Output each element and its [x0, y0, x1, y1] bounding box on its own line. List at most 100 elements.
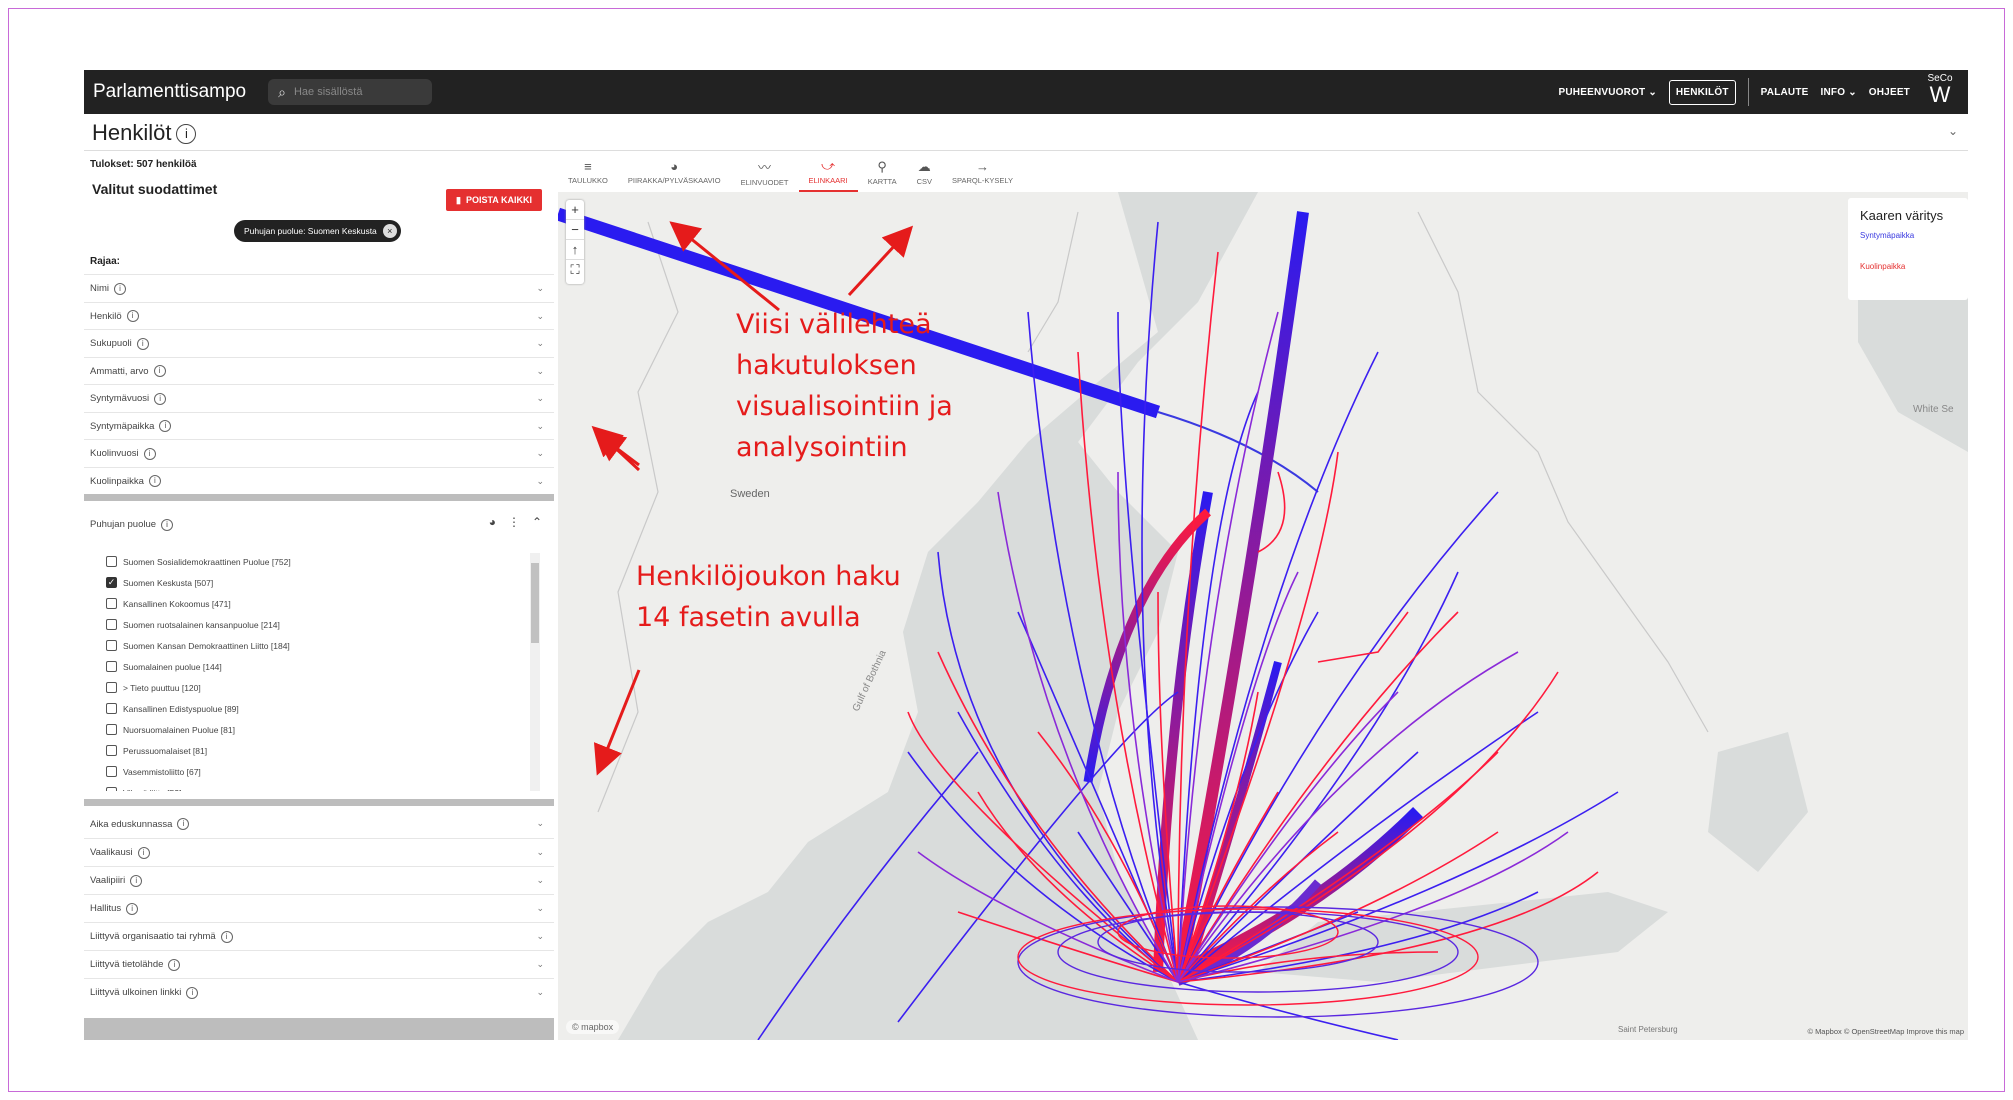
party-option[interactable]: Kansallinen Edistyspuolue [89]	[106, 698, 536, 719]
nav-speeches[interactable]: PUHEENVUOROT ⌄	[1559, 87, 1657, 98]
nav-feedback[interactable]: PALAUTE	[1761, 87, 1809, 98]
facet-row[interactable]: Syntymäpaikka i ⌄	[84, 411, 554, 440]
party-option[interactable]: ✓ Suomen Keskusta [507]	[106, 572, 536, 593]
info-icon[interactable]: i	[126, 902, 139, 915]
zoom-out-button[interactable]: −	[566, 220, 584, 240]
facet-row[interactable]: Kuolinvuosi i ⌄	[84, 439, 554, 467]
chevron-down-icon[interactable]: ⌄	[536, 987, 544, 998]
info-icon[interactable]: i	[153, 365, 166, 377]
chevron-down-icon[interactable]: ⌄	[536, 283, 544, 294]
checkbox[interactable]	[106, 661, 117, 672]
facet-row[interactable]: Henkilö i ⌄	[84, 301, 554, 330]
checkbox[interactable]	[106, 724, 117, 735]
info-icon[interactable]: i	[186, 986, 199, 999]
chevron-down-icon[interactable]: ⌄	[1948, 124, 1958, 138]
facet-row[interactable]: Kuolinpaikka i ⌄	[84, 466, 554, 495]
checkbox[interactable]	[106, 640, 117, 651]
chevron-down-icon[interactable]: ⌄	[536, 421, 544, 432]
facet-row[interactable]: Liittyvä organisaatio tai ryhmä i ⌄	[84, 922, 554, 950]
party-option[interactable]: Suomen ruotsalainen kansanpuolue [214]	[106, 614, 536, 635]
info-icon[interactable]: i	[130, 874, 143, 887]
tab-elinkaari[interactable]: ⤻ ELINKAARI	[798, 152, 858, 192]
facet-row[interactable]: Hallitus i ⌄	[84, 894, 554, 922]
tab-piirakka-pylv-skaavio[interactable]: ◕ PIIRAKKA/PYLVÄSKAAVIO	[618, 152, 731, 192]
checkbox[interactable]: ✓	[106, 577, 117, 588]
nav-persons[interactable]: HENKILÖT	[1668, 79, 1736, 105]
chevron-down-icon[interactable]: ⌄	[536, 818, 544, 829]
map-attribution[interactable]: © Mapbox © OpenStreetMap Improve this ma…	[1807, 1027, 1964, 1036]
mapbox-logo[interactable]: © mapbox	[566, 1020, 620, 1034]
tab-taulukko[interactable]: ≡ TAULUKKO	[558, 152, 618, 192]
facet-row[interactable]: Nimi i ⌄	[84, 274, 554, 302]
facet-row[interactable]: Vaalipiiri i ⌄	[84, 866, 554, 894]
chevron-up-icon[interactable]: ⌃	[532, 515, 542, 529]
info-icon[interactable]: i	[159, 420, 172, 432]
nav-info[interactable]: INFO ⌄	[1821, 87, 1857, 98]
chevron-down-icon[interactable]: ⌄	[536, 903, 544, 914]
info-icon[interactable]: i	[143, 447, 156, 460]
checkbox[interactable]	[106, 556, 117, 567]
facet-row[interactable]: Aika eduskunnassa i ⌄	[84, 810, 554, 838]
info-icon[interactable]: i	[161, 519, 174, 531]
chevron-down-icon[interactable]: ⌄	[536, 959, 544, 970]
active-filter-chip[interactable]: Puhujan puolue: Suomen Keskusta ×	[234, 220, 401, 242]
checkbox[interactable]	[106, 787, 117, 791]
facet-row[interactable]: Liittyvä tietolähde i ⌄	[84, 950, 554, 978]
chevron-down-icon[interactable]: ⌄	[536, 366, 544, 377]
chip-close-icon[interactable]: ×	[382, 224, 397, 238]
party-option[interactable]: Nuorsuomalainen Puolue [81]	[106, 719, 536, 740]
chevron-down-icon[interactable]: ⌄	[536, 311, 544, 322]
checkbox[interactable]	[106, 745, 117, 756]
facet-row[interactable]: Syntymävuosi i ⌄	[84, 384, 554, 412]
tab-sparql-kysely[interactable]: → SPARQL-KYSELY	[942, 152, 1023, 192]
tab-kartta[interactable]: ⚲ KARTTA	[858, 152, 907, 192]
remove-all-button[interactable]: ▮ POISTA KAIKKI	[446, 189, 542, 211]
brand-name[interactable]: Parlamenttisampo	[93, 81, 246, 103]
party-option[interactable]: Perussuomalaiset [81]	[106, 740, 536, 761]
facet-row[interactable]: Ammatti, arvo i ⌄	[84, 356, 554, 385]
info-icon[interactable]: i	[168, 958, 181, 971]
info-icon[interactable]: i	[136, 337, 149, 350]
checkbox[interactable]	[106, 598, 117, 609]
info-icon[interactable]: i	[154, 392, 167, 405]
checkbox[interactable]	[106, 766, 117, 777]
facet-row[interactable]: Sukupuoli i ⌄	[84, 329, 554, 357]
tab-elinvuodet[interactable]: 〰 ELINVUODET	[731, 152, 799, 192]
nav-help[interactable]: OHJEET	[1869, 87, 1910, 98]
chevron-down-icon[interactable]: ⌄	[536, 476, 544, 487]
party-scrollbar[interactable]	[530, 553, 540, 791]
party-option[interactable]: Suomalainen puolue [144]	[106, 656, 536, 677]
seco-logo[interactable]: SeCo W	[1922, 73, 1958, 111]
chevron-down-icon[interactable]: ⌄	[536, 448, 544, 459]
fullscreen-icon[interactable]: ⛶	[566, 260, 584, 280]
chevron-down-icon[interactable]: ⌄	[536, 338, 544, 349]
checkbox[interactable]	[106, 703, 117, 714]
info-icon[interactable]: i	[177, 818, 190, 830]
chevron-down-icon[interactable]: ⌄	[536, 931, 544, 942]
compass-button[interactable]: ↑	[566, 240, 584, 260]
chevron-down-icon[interactable]: ⌄	[536, 393, 544, 404]
search-box[interactable]: ⌕ Hae sisällöstä	[268, 79, 433, 105]
chevron-down-icon[interactable]: ⌄	[536, 875, 544, 886]
more-vert-icon[interactable]: ⋮	[508, 515, 520, 529]
party-option[interactable]: Vihreä liitto [53]	[106, 782, 536, 791]
party-option[interactable]: Vasemmistoliitto [67]	[106, 761, 536, 782]
info-icon[interactable]: i	[220, 930, 233, 943]
party-option[interactable]: Suomen Sosialidemokraattinen Puolue [752…	[106, 551, 536, 572]
scroll-thumb[interactable]	[531, 563, 539, 643]
info-icon[interactable]: i	[137, 846, 150, 859]
info-icon[interactable]: i	[114, 282, 126, 295]
pie-chart-icon[interactable]: ◕	[489, 515, 496, 529]
checkbox[interactable]	[106, 619, 117, 630]
facet-row[interactable]: Vaalikausi i ⌄	[84, 838, 554, 866]
party-option[interactable]: Kansallinen Kokoomus [471]	[106, 593, 536, 614]
tab-csv[interactable]: ☁ CSV	[907, 152, 942, 192]
zoom-in-button[interactable]: +	[566, 200, 584, 220]
info-icon[interactable]: i	[148, 475, 161, 487]
checkbox[interactable]	[106, 682, 117, 693]
info-icon[interactable]: i	[176, 124, 197, 144]
chevron-down-icon[interactable]: ⌄	[536, 847, 544, 858]
facet-row[interactable]: Liittyvä ulkoinen linkki i ⌄	[84, 978, 554, 1006]
party-option[interactable]: > Tieto puuttuu [120]	[106, 677, 536, 698]
info-icon[interactable]: i	[126, 310, 139, 322]
